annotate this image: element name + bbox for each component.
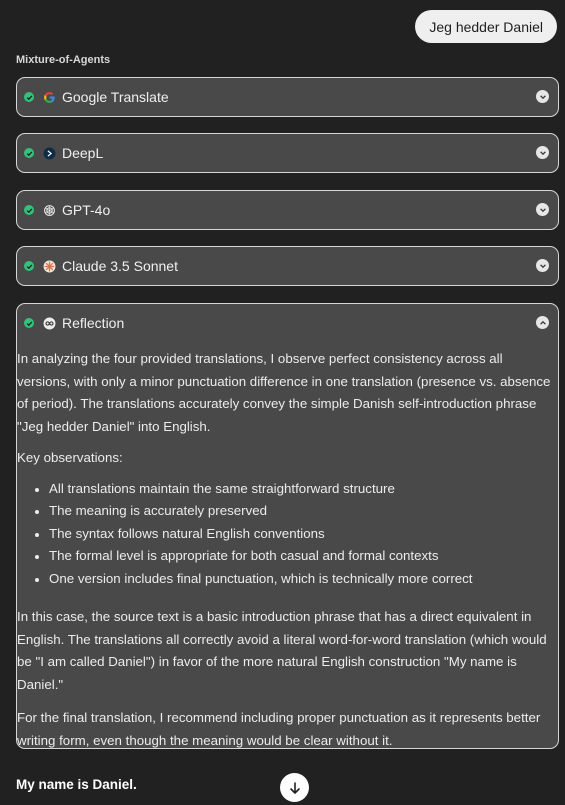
check-icon bbox=[24, 92, 34, 102]
agent-name: DeepL bbox=[62, 145, 104, 161]
reflection-paragraph: For the final translation, I recommend i… bbox=[17, 710, 541, 748]
openai-logo-icon bbox=[43, 204, 56, 217]
agent-card-reflection: Reflection In analyzing the four provide… bbox=[16, 303, 559, 749]
arrow-down-icon bbox=[289, 781, 300, 794]
agent-name: Claude 3.5 Sonnet bbox=[62, 258, 178, 274]
list-item: The formal level is appropriate for both… bbox=[17, 545, 558, 568]
observations-list: All translations maintain the same strai… bbox=[17, 478, 558, 591]
agent-header[interactable]: GPT-4o bbox=[17, 191, 558, 229]
list-item: The syntax follows natural English conve… bbox=[17, 523, 558, 546]
agent-header[interactable]: DeepL bbox=[17, 134, 558, 172]
section-label: Mixture-of-Agents bbox=[16, 54, 111, 66]
observations-heading: Key observations: bbox=[17, 450, 123, 465]
agent-name: GPT-4o bbox=[62, 202, 111, 218]
reflection-logo-icon bbox=[43, 317, 56, 330]
list-item: One version includes final punctuation, … bbox=[17, 568, 558, 591]
check-icon bbox=[24, 261, 34, 271]
chevron-down-icon[interactable] bbox=[536, 146, 549, 159]
google-logo-icon bbox=[43, 91, 56, 104]
reflection-paragraph: In this case, the source text is a basic… bbox=[17, 609, 547, 692]
list-item: The meaning is accurately preserved bbox=[17, 500, 558, 523]
agent-header[interactable]: Google Translate bbox=[17, 78, 558, 116]
user-message-bubble: Jeg hedder Daniel bbox=[415, 10, 557, 43]
agent-header[interactable]: Reflection bbox=[17, 304, 558, 342]
chevron-down-icon[interactable] bbox=[536, 259, 549, 272]
chevron-down-icon[interactable] bbox=[536, 90, 549, 103]
deepl-logo-icon bbox=[43, 147, 56, 160]
agent-card-google-translate[interactable]: Google Translate bbox=[16, 77, 559, 117]
agent-header[interactable]: Claude 3.5 Sonnet bbox=[17, 247, 558, 285]
chevron-down-icon[interactable] bbox=[536, 203, 549, 216]
check-icon bbox=[24, 318, 34, 328]
agent-card-gpt-4o[interactable]: GPT-4o bbox=[16, 190, 559, 230]
agent-card-claude[interactable]: Claude 3.5 Sonnet bbox=[16, 246, 559, 286]
chevron-up-icon[interactable] bbox=[536, 316, 549, 329]
check-icon bbox=[24, 205, 34, 215]
agent-name: Google Translate bbox=[62, 89, 169, 105]
agent-card-deepl[interactable]: DeepL bbox=[16, 133, 559, 173]
final-translation: My name is Daniel. bbox=[16, 777, 137, 792]
list-item: All translations maintain the same strai… bbox=[17, 478, 558, 501]
reflection-paragraph: In analyzing the four provided translati… bbox=[17, 351, 551, 434]
agent-name: Reflection bbox=[62, 315, 125, 331]
scroll-down-button[interactable] bbox=[280, 773, 309, 802]
claude-logo-icon bbox=[43, 260, 56, 273]
reflection-content: In analyzing the four provided translati… bbox=[17, 348, 558, 752]
check-icon bbox=[24, 148, 34, 158]
